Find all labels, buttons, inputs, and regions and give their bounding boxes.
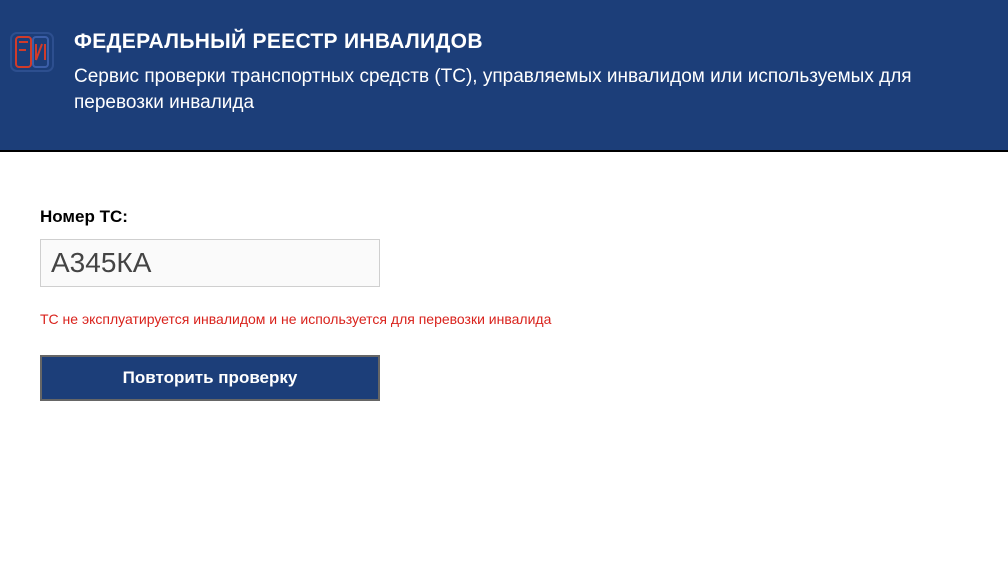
repeat-check-button[interactable]: Повторить проверку [40, 355, 380, 401]
page-subtitle: Сервис проверки транспортных средств (ТС… [74, 64, 968, 115]
vehicle-number-input[interactable] [40, 239, 380, 287]
main-content: Номер ТС: ТС не эксплуатируется инвалидо… [0, 152, 1008, 456]
page-title: ФЕДЕРАЛЬНЫЙ РЕЕСТР ИНВАЛИДОВ [74, 30, 968, 54]
error-message: ТС не эксплуатируется инвалидом и не исп… [40, 311, 968, 327]
site-logo-icon [10, 32, 54, 77]
vehicle-number-label: Номер ТС: [40, 207, 968, 227]
header-text-block: ФЕДЕРАЛЬНЫЙ РЕЕСТР ИНВАЛИДОВ Сервис пров… [74, 30, 968, 115]
page-header: ФЕДЕРАЛЬНЫЙ РЕЕСТР ИНВАЛИДОВ Сервис пров… [0, 0, 1008, 152]
